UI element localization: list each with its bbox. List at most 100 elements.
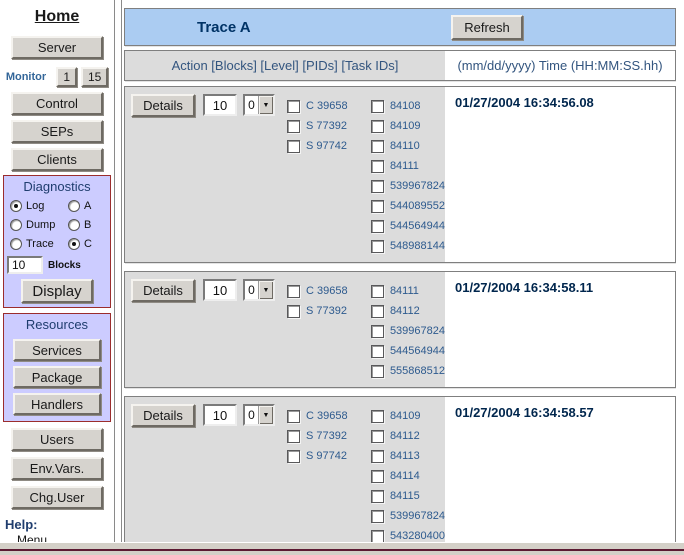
help-link-row: Menu <box>17 532 114 542</box>
trace-record: Details 0 ▼ C 39658S 77392 8411184112539… <box>124 271 676 388</box>
radio-option-dump[interactable]: Dump <box>10 215 68 234</box>
sidebar-item-seps-button[interactable]: SEPs <box>11 120 103 143</box>
chevron-down-icon[interactable]: ▼ <box>258 96 273 114</box>
page-title: Trace A <box>197 19 251 36</box>
checkbox-544564944[interactable] <box>371 345 384 358</box>
task-checkbox-row: 84111 <box>371 281 445 301</box>
checkbox-543280400[interactable] <box>371 530 384 543</box>
checkbox-s-77392[interactable] <box>287 430 300 443</box>
level-select[interactable]: 0 ▼ <box>243 94 275 116</box>
sidebar-item-users-button[interactable]: Users <box>11 428 103 451</box>
record-blocks-input[interactable] <box>203 279 237 301</box>
checkbox-label: C 39658 <box>306 410 348 422</box>
sidebar-item-env-vars-button[interactable]: Env.Vars. <box>11 457 103 480</box>
checkbox-84109[interactable] <box>371 120 384 133</box>
resources-services-button[interactable]: Services <box>13 339 101 361</box>
checkbox-label: 84108 <box>390 100 421 112</box>
task-checkbox-row: 84109 <box>371 116 445 136</box>
resources-package-button[interactable]: Package <box>13 366 101 388</box>
checkbox-label: 539967824 <box>390 325 445 337</box>
checkbox-539967824[interactable] <box>371 510 384 523</box>
checkbox-539967824[interactable] <box>371 325 384 338</box>
diagnostics-panel: Diagnostics LogADumpBTraceC Blocks Displ… <box>3 175 111 308</box>
checkbox-84114[interactable] <box>371 470 384 483</box>
refresh-button[interactable]: Refresh <box>451 15 523 40</box>
details-button[interactable]: Details <box>131 404 195 427</box>
radio-icon[interactable] <box>10 200 22 212</box>
checkbox-84111[interactable] <box>371 160 384 173</box>
checkbox-544089552[interactable] <box>371 200 384 213</box>
level-select[interactable]: 0 ▼ <box>243 404 275 426</box>
monitor-row: Monitor 1 15 <box>0 66 114 87</box>
pid-list: C 39658S 77392S 97742 <box>287 406 363 466</box>
record-blocks-input[interactable] <box>203 94 237 116</box>
resources-handlers-button[interactable]: Handlers <box>13 393 101 415</box>
checkbox-539967824[interactable] <box>371 180 384 193</box>
column-header-action: Action [Blocks] [Level] [PIDs] [Task IDs… <box>125 51 445 80</box>
checkbox-555868512[interactable] <box>371 365 384 378</box>
radio-option-c[interactable]: C <box>68 234 108 253</box>
checkbox-548988144[interactable] <box>371 240 384 253</box>
checkbox-c-39658[interactable] <box>287 285 300 298</box>
monitor-15-button[interactable]: 15 <box>81 67 108 87</box>
record-controls: Details 0 ▼ C 39658S 77392S 97742 84109 8… <box>125 397 445 542</box>
pid-checkbox-row: C 39658 <box>287 281 363 301</box>
radio-icon[interactable] <box>10 219 22 231</box>
help-links: MenuThis PageContents <box>5 532 114 542</box>
frame-resize-handle[interactable] <box>114 0 122 542</box>
radio-option-a[interactable]: A <box>68 196 108 215</box>
checkbox-label: 84110 <box>390 140 420 152</box>
checkbox-84109[interactable] <box>371 410 384 423</box>
details-button[interactable]: Details <box>131 279 195 302</box>
blocks-input[interactable] <box>7 256 43 274</box>
help-link-menu[interactable]: Menu <box>17 533 47 542</box>
chevron-down-icon[interactable]: ▼ <box>258 281 273 299</box>
checkbox-c-39658[interactable] <box>287 410 300 423</box>
chevron-down-icon[interactable]: ▼ <box>258 406 273 424</box>
checkbox-84112[interactable] <box>371 305 384 318</box>
sidebar-item-clients-button[interactable]: Clients <box>11 148 103 171</box>
home-link[interactable]: Home <box>35 8 79 26</box>
sidebar-nav-buttons: Control SEPs Clients <box>0 87 114 171</box>
checkbox-label: 555868512 <box>390 365 445 377</box>
record-controls: Details 0 ▼ C 39658S 77392S 97742 841088… <box>125 87 445 262</box>
checkbox-s-97742[interactable] <box>287 450 300 463</box>
checkbox-84115[interactable] <box>371 490 384 503</box>
radio-icon[interactable] <box>68 238 80 250</box>
level-select[interactable]: 0 ▼ <box>243 279 275 301</box>
checkbox-84111[interactable] <box>371 285 384 298</box>
checkbox-s-77392[interactable] <box>287 120 300 133</box>
checkbox-label: 84115 <box>390 490 420 502</box>
resources-title: Resources <box>4 317 110 332</box>
pid-checkbox-row: S 77392 <box>287 116 363 136</box>
server-button[interactable]: Server <box>11 36 103 59</box>
radio-icon[interactable] <box>10 238 22 250</box>
checkbox-label: 84113 <box>390 450 420 462</box>
checkbox-s-97742[interactable] <box>287 140 300 153</box>
checkbox-84110[interactable] <box>371 140 384 153</box>
display-button[interactable]: Display <box>21 279 93 303</box>
checkbox-label: 544564944 <box>390 220 445 232</box>
trace-record: Details 0 ▼ C 39658S 77392S 97742 84109 8… <box>124 396 676 542</box>
checkbox-c-39658[interactable] <box>287 100 300 113</box>
checkbox-84113[interactable] <box>371 450 384 463</box>
sidebar-item-control-button[interactable]: Control <box>11 92 103 115</box>
radio-option-b[interactable]: B <box>68 215 108 234</box>
radio-icon[interactable] <box>68 200 80 212</box>
sidebar-item-chg-user-button[interactable]: Chg.User <box>11 486 103 509</box>
task-checkbox-row: 84109 <box>371 406 445 426</box>
checkbox-544564944[interactable] <box>371 220 384 233</box>
checkbox-84112[interactable] <box>371 430 384 443</box>
record-blocks-input[interactable] <box>203 404 237 426</box>
radio-option-log[interactable]: Log <box>10 196 68 215</box>
radio-icon[interactable] <box>68 219 80 231</box>
bottom-bar-gray-strip <box>0 542 684 549</box>
task-checkbox-row: 84111 <box>371 156 445 176</box>
sidebar-bottom-buttons: Users Env.Vars. Chg.User <box>0 422 114 509</box>
monitor-1-button[interactable]: 1 <box>56 67 77 87</box>
details-button[interactable]: Details <box>131 94 195 117</box>
radio-option-trace[interactable]: Trace <box>10 234 68 253</box>
checkbox-84108[interactable] <box>371 100 384 113</box>
checkbox-s-77392[interactable] <box>287 305 300 318</box>
checkbox-label: S 97742 <box>306 140 347 152</box>
